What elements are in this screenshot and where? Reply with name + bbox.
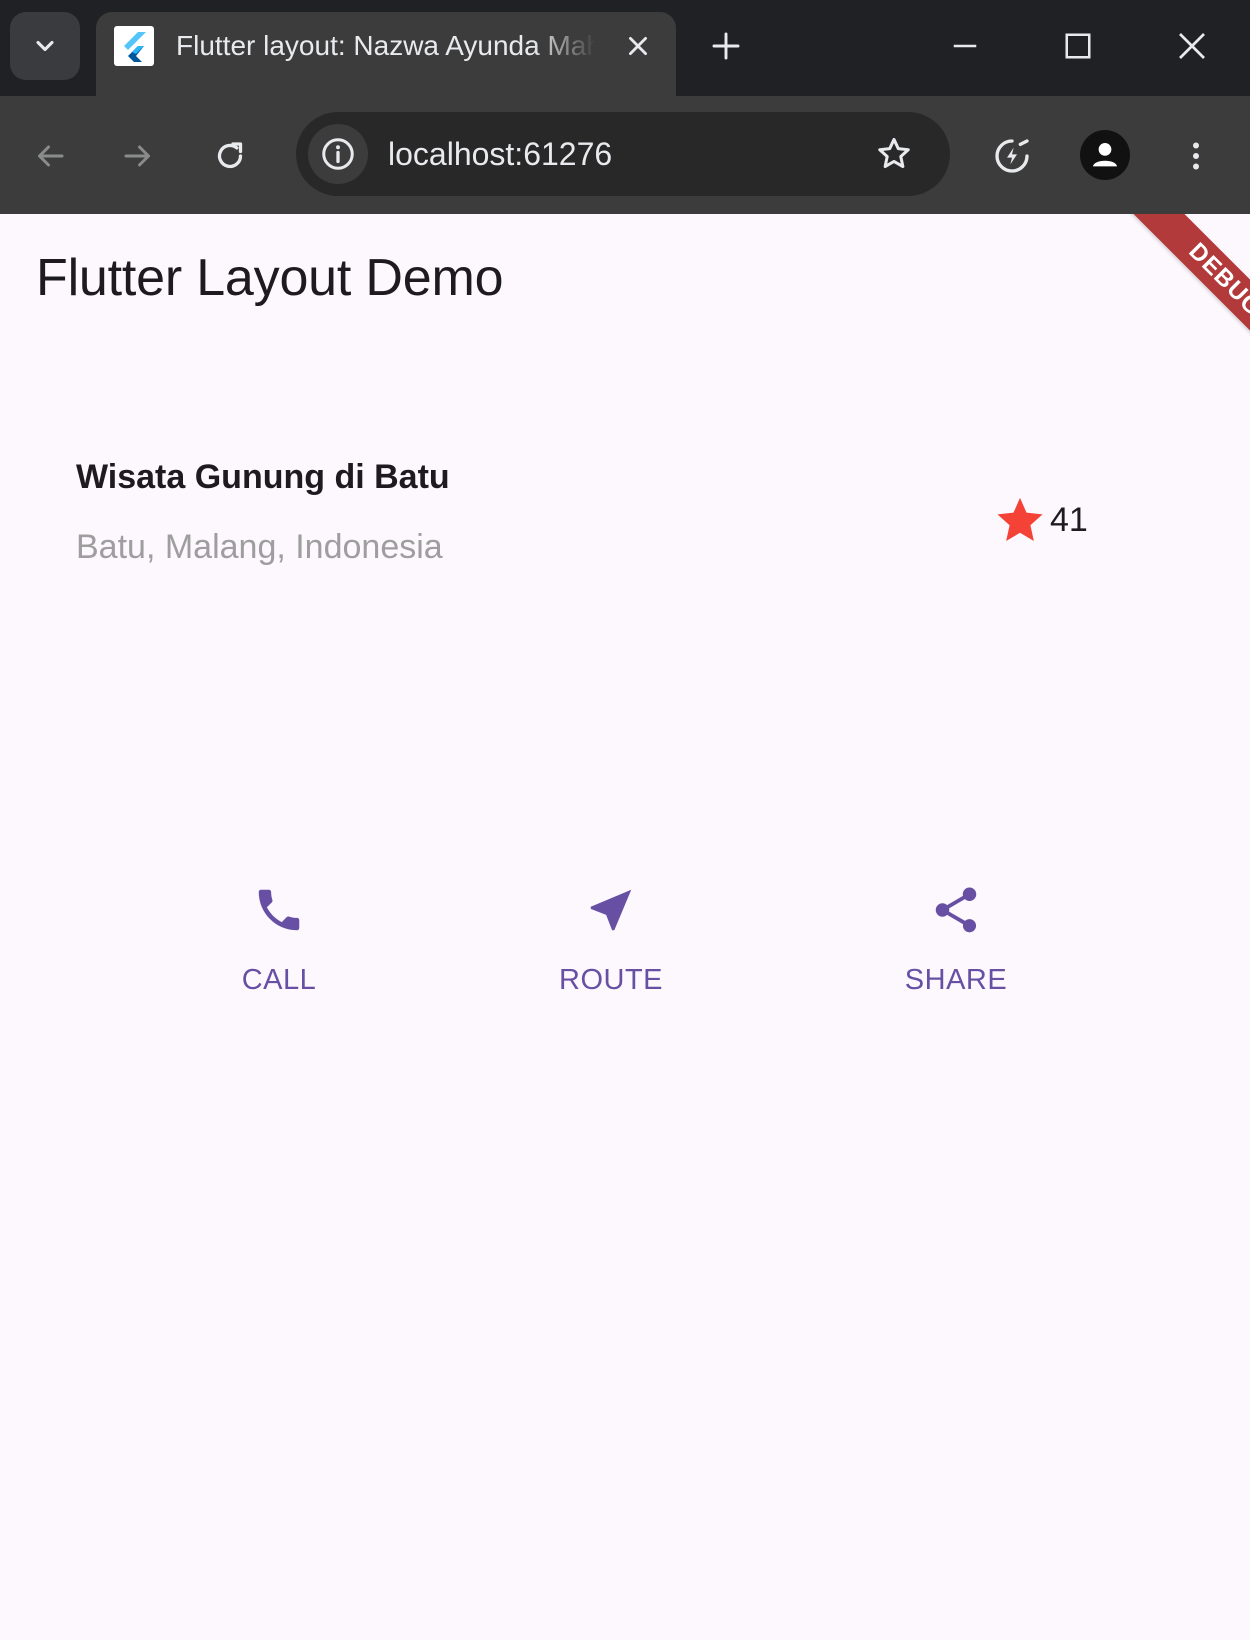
flutter-app-viewport: Flutter Layout Demo DEBUG Wisata Gunung …	[0, 214, 1250, 1640]
address-bar[interactable]: localhost:61276	[296, 112, 950, 196]
chevron-down-icon	[36, 40, 54, 52]
site-info-icon[interactable]	[308, 124, 368, 184]
tab-title: Flutter layout: Nazwa Ayunda Mahardika	[176, 30, 596, 61]
place-name: Wisata Gunung di Batu	[76, 458, 450, 496]
rating: 41	[994, 494, 1088, 546]
more-menu-icon[interactable]	[1168, 128, 1224, 184]
place-location: Batu, Malang, Indonesia	[76, 528, 443, 566]
maximize-icon[interactable]	[1048, 20, 1108, 72]
call-label: CALL	[241, 964, 317, 996]
rating-count: 41	[1050, 500, 1088, 539]
new-tab-plus-icon[interactable]	[700, 26, 752, 66]
minimize-icon[interactable]	[935, 20, 995, 72]
back-arrow-icon[interactable]	[22, 128, 78, 184]
tab-close-icon[interactable]	[618, 26, 658, 66]
share-button[interactable]: SHARE	[836, 882, 1076, 997]
share-label: SHARE	[904, 964, 1008, 996]
call-button[interactable]: CALL	[159, 882, 399, 997]
browser-title-bar: Flutter layout: Nazwa Ayunda Mahardika	[0, 0, 1250, 96]
performance-icon[interactable]	[984, 128, 1040, 184]
button-section: CALL ROUTE SHARE	[0, 882, 1250, 1032]
reload-icon[interactable]	[202, 128, 258, 184]
forward-arrow-icon[interactable]	[110, 128, 166, 184]
app-bar-title: Flutter Layout Demo	[36, 249, 504, 307]
share-icon	[928, 882, 984, 938]
tab-search-button[interactable]	[10, 12, 80, 80]
route-button[interactable]: ROUTE	[491, 882, 731, 997]
near-me-icon	[583, 882, 639, 938]
browser-toolbar: localhost:61276	[0, 96, 1250, 214]
star-icon	[997, 497, 1043, 542]
debug-banner: DEBUG	[1116, 214, 1250, 389]
phone-icon	[251, 882, 307, 938]
flutter-favicon-icon	[114, 26, 154, 66]
active-tab[interactable]: Flutter layout: Nazwa Ayunda Mahardika	[96, 12, 676, 96]
window-close-icon[interactable]	[1162, 20, 1222, 72]
url-text[interactable]: localhost:61276	[388, 132, 612, 176]
title-section: Wisata Gunung di Batu Batu, Malang, Indo…	[76, 458, 1094, 608]
route-label: ROUTE	[559, 964, 663, 996]
profile-avatar-icon[interactable]	[1080, 130, 1130, 180]
bookmark-star-icon[interactable]	[866, 126, 922, 182]
